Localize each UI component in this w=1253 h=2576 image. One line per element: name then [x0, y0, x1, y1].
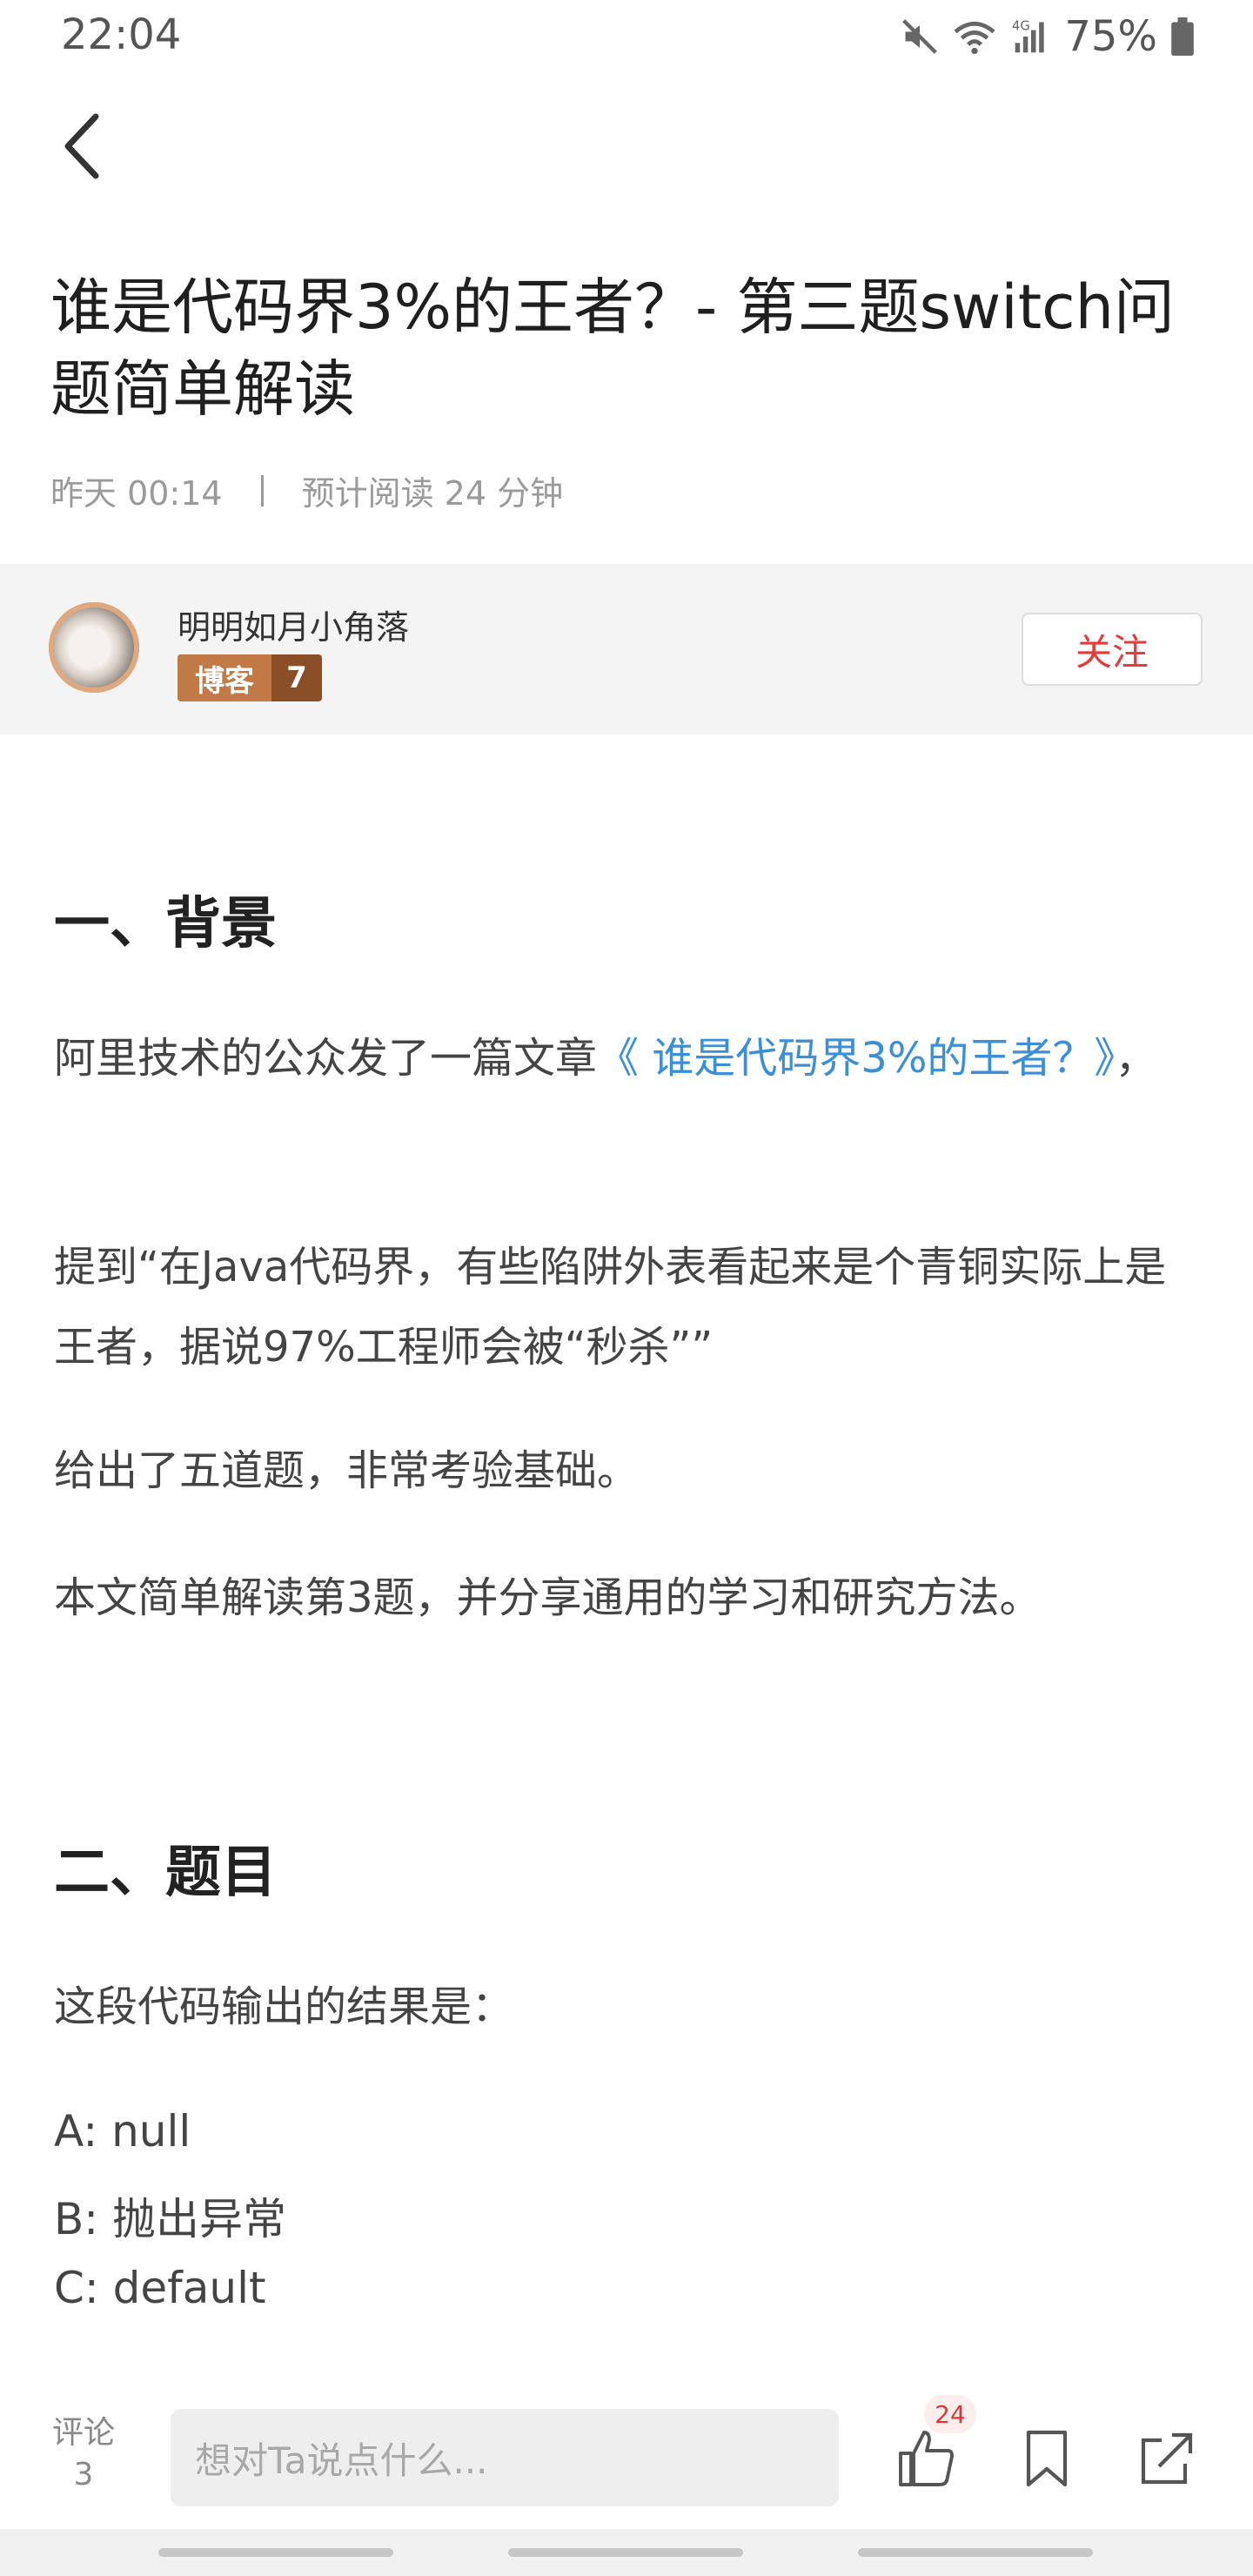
- paragraph-intro: 阿里技术的公众发了一篇文章《 谁是代码界3%的王者？》，: [54, 1018, 1203, 1098]
- recent-apps-button[interactable]: [158, 2548, 393, 2557]
- article-meta: 昨天 00:14 预计阅读 24 分钟: [50, 466, 563, 514]
- bookmark-icon: [1026, 2430, 1068, 2487]
- read-time: 预计阅读 24 分钟: [301, 474, 564, 513]
- chevron-left-icon: [64, 113, 99, 179]
- comment-input[interactable]: 想对Ta说点什么...: [171, 2409, 839, 2506]
- status-bar: 22:04 4G 75%: [0, 0, 1253, 73]
- battery-icon: [1169, 17, 1196, 56]
- blog-level-badge: 博客 7: [178, 654, 322, 701]
- bookmark-button[interactable]: [1009, 2421, 1084, 2496]
- paragraph-text: 阿里技术的公众发了一篇文章: [54, 1034, 598, 1083]
- meta-divider: [260, 474, 264, 506]
- author-name[interactable]: 明明如月小角落: [178, 600, 409, 648]
- option-b: B: 抛出异常: [54, 2194, 287, 2244]
- status-icons: 4G 75%: [901, 10, 1196, 63]
- option-a: A: null: [54, 2106, 191, 2157]
- wifi-icon: [951, 17, 998, 56]
- option-c: C: default: [54, 2263, 266, 2313]
- badge-level: 7: [286, 661, 307, 695]
- section-heading-question: 二、题目: [54, 1841, 277, 1905]
- paragraph-quote: 提到“在Java代码界，有些陷阱外表看起来是个青铜实际上是王者，据说97%工程师…: [54, 1243, 1167, 1372]
- paragraph-purpose: 本文简单解读第3题，并分享通用的学习和研究方法。: [54, 1573, 1042, 1622]
- comments-count: 3: [73, 2457, 94, 2492]
- author-section: 明明如月小角落 博客 7 关注: [0, 564, 1253, 735]
- paragraph-punct: ，: [1115, 1034, 1157, 1083]
- follow-button[interactable]: 关注: [1022, 613, 1203, 686]
- like-count-badge: 24: [924, 2395, 976, 2433]
- article-title: 谁是代码界3%的王者？- 第三题switch问题简单解读: [50, 272, 1176, 425]
- share-icon: [1141, 2432, 1193, 2485]
- battery-level: 75%: [1064, 12, 1157, 61]
- status-time: 22:04: [61, 10, 182, 59]
- comments-button[interactable]: 评论 3: [49, 2412, 118, 2496]
- mute-icon: [901, 17, 939, 56]
- avatar[interactable]: [49, 602, 139, 693]
- paragraph-output: 这段代码输出的结果是：: [54, 1982, 514, 2031]
- paragraph-questions: 给出了五道题，非常考验基础。: [54, 1446, 640, 1495]
- back-nav-button[interactable]: [858, 2548, 1093, 2557]
- bottom-action-bar: 评论 3 想对Ta说点什么...: [0, 2381, 1253, 2529]
- signal-icon: 4G: [1010, 17, 1052, 56]
- back-button[interactable]: [42, 104, 125, 188]
- share-button[interactable]: [1129, 2421, 1204, 2496]
- svg-text:4G: 4G: [1012, 19, 1030, 34]
- section-heading-background: 一、背景: [54, 892, 277, 956]
- badge-label: 博客: [178, 654, 271, 701]
- publish-date: 昨天 00:14: [50, 474, 223, 513]
- comments-label: 评论: [51, 2415, 115, 2451]
- article-link[interactable]: 《 谁是代码界3%的王者？》: [597, 1034, 1115, 1083]
- system-nav-bar: [0, 2529, 1253, 2576]
- home-button[interactable]: [508, 2548, 743, 2557]
- thumbs-up-icon: [899, 2431, 954, 2486]
